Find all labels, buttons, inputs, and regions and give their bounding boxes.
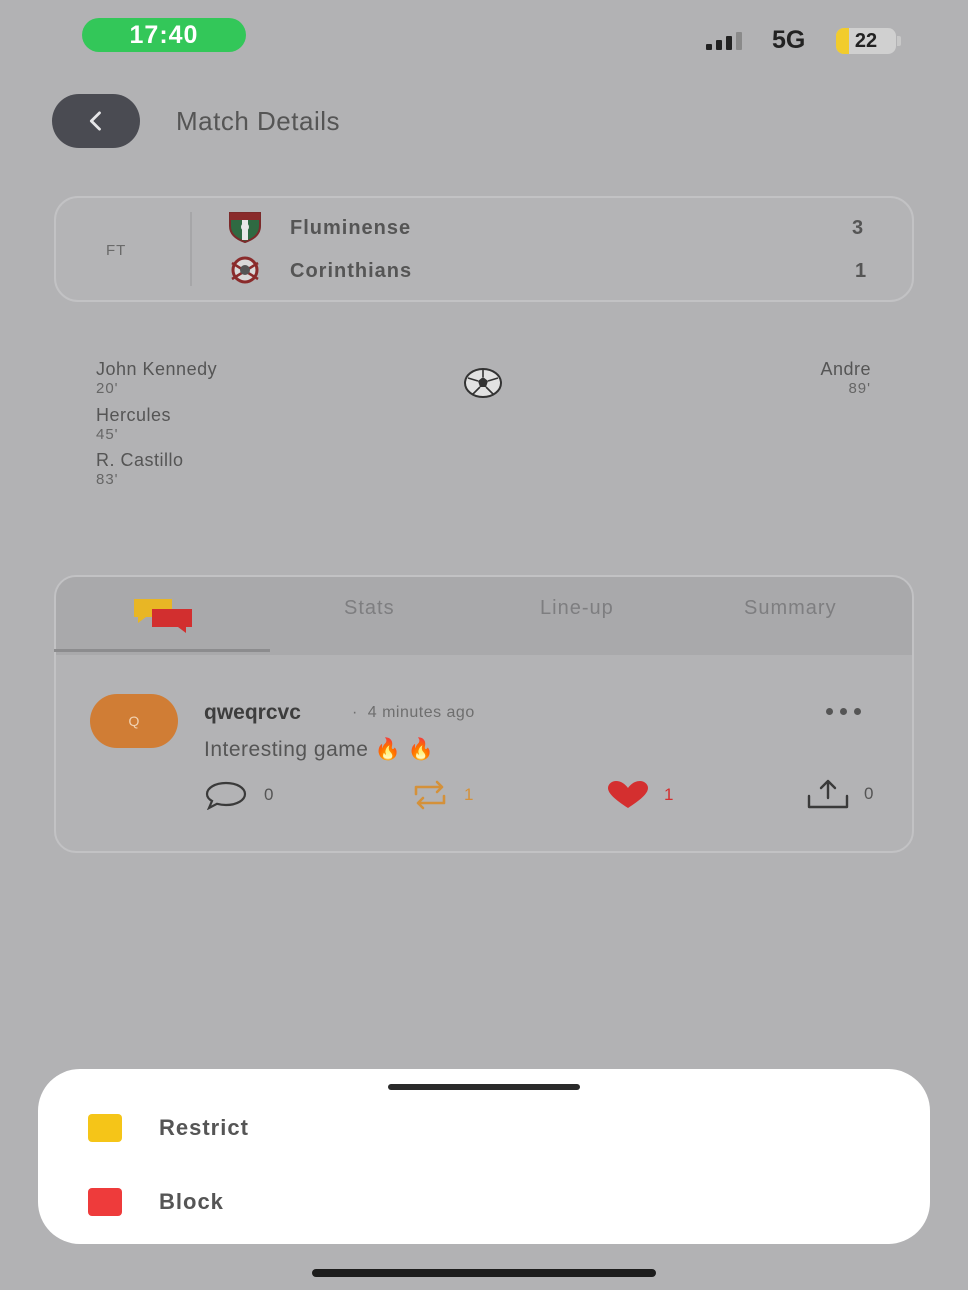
- away-team-score: 1: [855, 260, 867, 282]
- home-team-name: Fluminense: [290, 217, 412, 239]
- tab-comments[interactable]: [132, 597, 194, 638]
- soccer-ball-icon: [464, 368, 502, 398]
- repost-button[interactable]: 1: [408, 780, 473, 810]
- battery-icon: 22: [836, 28, 896, 54]
- match-status: FT: [106, 242, 127, 259]
- home-indicator[interactable]: [312, 1269, 656, 1277]
- tab-lineup[interactable]: Line-up: [540, 597, 614, 620]
- repost-icon: [414, 780, 446, 810]
- block-option[interactable]: Block: [88, 1182, 908, 1222]
- page-title: Match Details: [176, 106, 340, 136]
- comment-meta: · 4 minutes ago: [352, 704, 475, 722]
- block-color-icon: [88, 1188, 122, 1216]
- share-upload-icon: [807, 779, 849, 809]
- comments-card: Stats Line-up Summary: [54, 575, 914, 853]
- share-button[interactable]: 0: [806, 778, 873, 810]
- network-type: 5G: [772, 26, 806, 54]
- restrict-color-icon: [88, 1114, 122, 1142]
- restrict-option[interactable]: Restrict: [88, 1108, 908, 1148]
- dot-icon: [826, 708, 833, 715]
- home-goal-minute: 20': [96, 380, 119, 397]
- comment-time: 4 minutes ago: [367, 704, 475, 721]
- chevron-left-icon: [89, 111, 101, 131]
- status-time: 17:40: [82, 18, 246, 52]
- away-goal-minute: 89': [848, 380, 871, 397]
- score-card[interactable]: [54, 196, 914, 302]
- tab-stats[interactable]: Stats: [344, 597, 395, 620]
- battery-level: 22: [854, 29, 878, 52]
- speech-bubble-icon: [205, 781, 247, 810]
- home-goal-minute: 45': [96, 426, 119, 443]
- away-scorer: Andre: [820, 359, 871, 379]
- dot-icon: [854, 708, 861, 715]
- comment-username[interactable]: qweqrcvc: [204, 701, 301, 725]
- chat-bubbles-icon: [134, 599, 192, 633]
- block-label: Block: [159, 1189, 224, 1214]
- battery-tip: [897, 36, 901, 46]
- away-team-name: Corinthians: [290, 260, 413, 282]
- like-button[interactable]: 1: [606, 780, 673, 810]
- home-team-score: 3: [852, 217, 864, 239]
- dot-icon: [840, 708, 847, 715]
- home-scorer: Hercules: [96, 405, 172, 425]
- tab-summary[interactable]: Summary: [744, 597, 837, 620]
- avatar[interactable]: Q: [90, 694, 178, 748]
- home-scorer: John Kennedy: [96, 359, 218, 379]
- heart-icon: [608, 781, 648, 808]
- active-tab-indicator: [54, 649, 270, 652]
- home-scorer: R. Castillo: [96, 450, 184, 470]
- reply-button[interactable]: 0: [204, 780, 273, 810]
- back-button[interactable]: [52, 94, 140, 148]
- fluminense-crest-icon: [229, 212, 261, 244]
- signal-strength-icon: [706, 30, 742, 50]
- home-goal-minute: 83': [96, 471, 119, 488]
- repost-count: 1: [464, 785, 474, 804]
- score-card-divider: [190, 212, 192, 286]
- reply-count: 0: [264, 785, 274, 804]
- share-count: 0: [864, 784, 874, 803]
- like-count: 1: [664, 785, 674, 804]
- sheet-drag-handle[interactable]: [388, 1084, 580, 1090]
- meta-separator: ·: [352, 704, 358, 721]
- comment-text: Interesting game 🔥 🔥: [204, 738, 435, 761]
- corinthians-crest-icon: [231, 256, 259, 284]
- more-options-button[interactable]: [826, 708, 861, 715]
- restrict-label: Restrict: [159, 1115, 249, 1140]
- tab-bar: Stats Line-up Summary: [56, 577, 912, 655]
